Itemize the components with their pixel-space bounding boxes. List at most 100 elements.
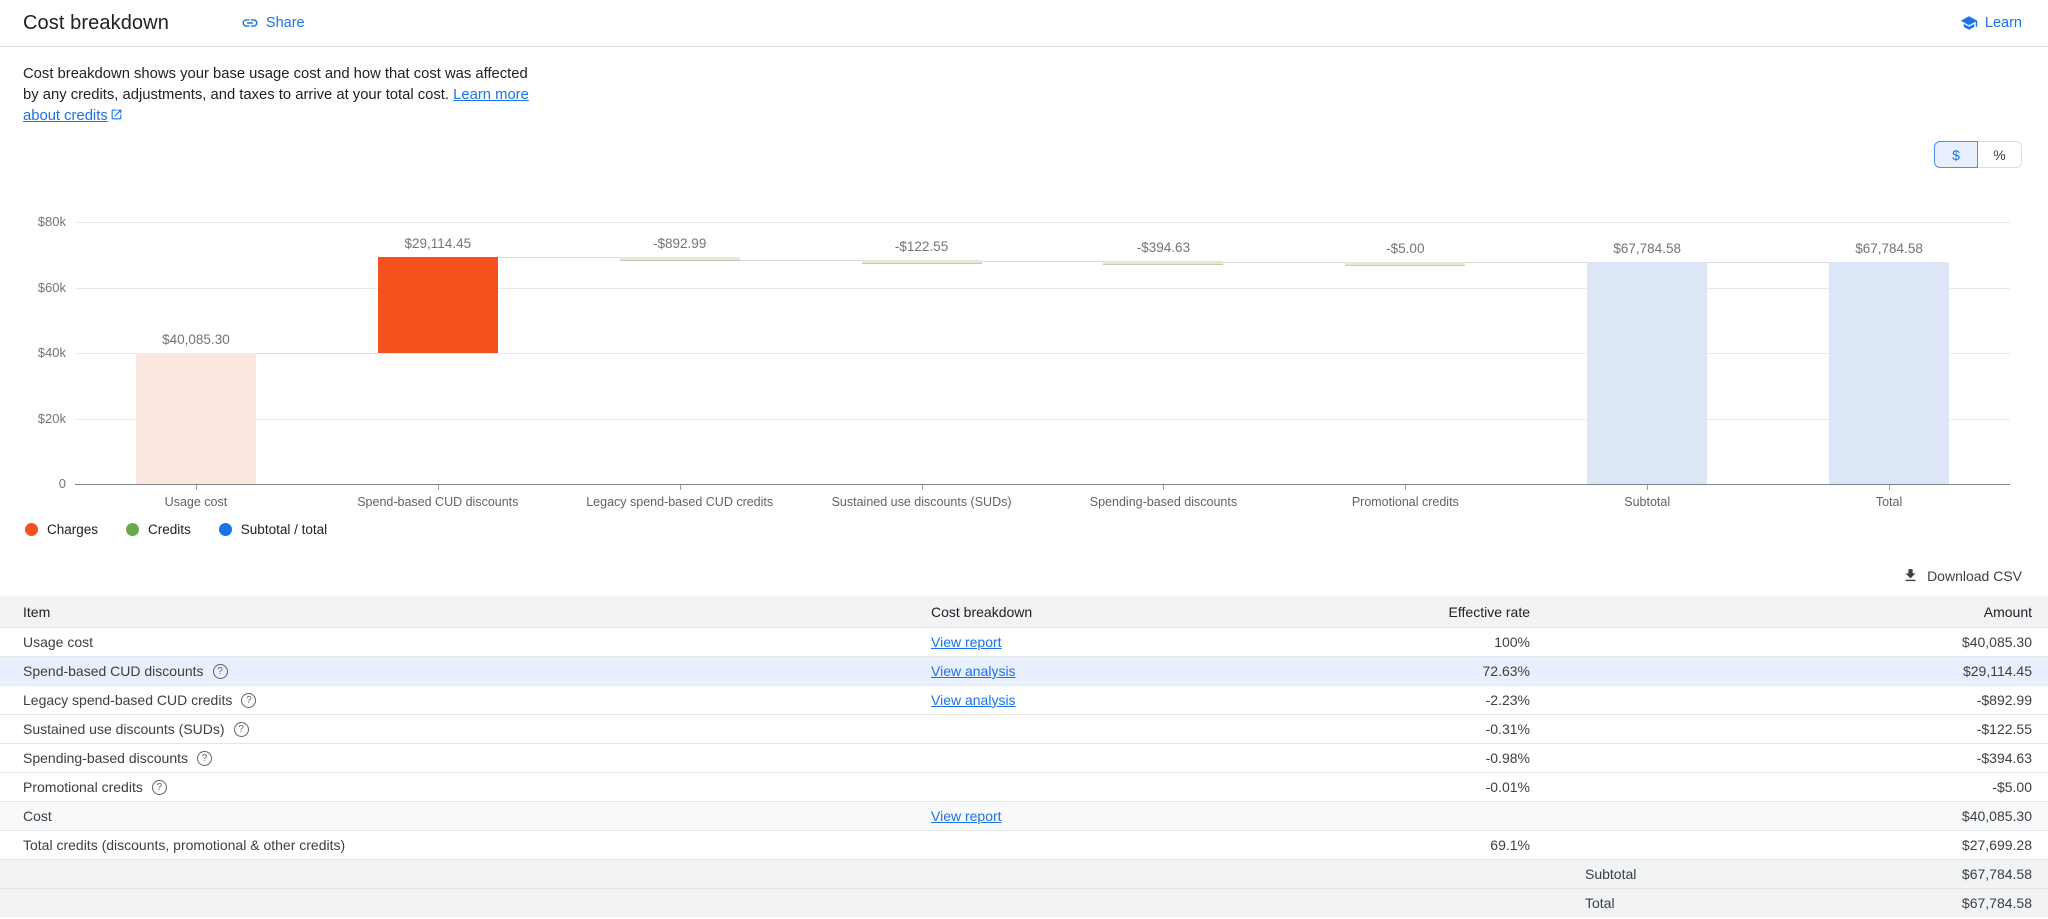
table-row-promotional-credits: Promotional credits?-0.01%-$5.00 [0, 772, 2048, 801]
bar-total[interactable] [1829, 262, 1949, 484]
bar-value-label: $29,114.45 [328, 236, 548, 251]
chart-legend: Charges Credits Subtotal / total [25, 522, 2048, 537]
legend-item-credits[interactable]: Credits [126, 522, 191, 537]
waterfall-connector [1707, 262, 1829, 263]
item-label: Spend-based CUD discounts [23, 663, 204, 679]
cost-breakdown-table: ItemCost breakdownEffective rateAmountUs… [0, 596, 2048, 917]
amount-cell: $40,085.30 [1780, 634, 2048, 650]
bar-value-label: $40,085.30 [86, 332, 306, 347]
gridline [75, 222, 2010, 223]
effective-rate-cell: 69.1% [1100, 837, 1530, 853]
help-icon[interactable]: ? [197, 751, 212, 766]
item-cell: Promotional credits? [0, 779, 931, 795]
bar-value-label: -$394.63 [1053, 240, 1273, 255]
view-report-link[interactable]: View report [931, 634, 1002, 650]
item-label: Usage cost [23, 634, 93, 650]
column-header-cost-breakdown: Cost breakdown [931, 604, 1100, 620]
y-axis-label: 0 [8, 476, 66, 491]
item-cell: Legacy spend-based CUD credits? [0, 692, 931, 708]
view-analysis-link[interactable]: View analysis [931, 692, 1016, 708]
item-label: Cost [23, 808, 52, 824]
y-axis-label: $60k [8, 280, 66, 295]
x-axis-tick [1163, 485, 1164, 490]
x-axis-line [75, 484, 2010, 485]
effective-rate-cell: -2.23% [1100, 692, 1530, 708]
bar-value-label: -$122.55 [812, 239, 1032, 254]
legend-dot-icon [25, 523, 38, 536]
bar-sustained-use-discounts-suds[interactable] [862, 260, 982, 264]
bar-legacy-spend-based-cud-credits[interactable] [620, 257, 740, 261]
item-label: Legacy spend-based CUD credits [23, 692, 232, 708]
gridline [75, 419, 2010, 420]
table-row-subtotal: Subtotal$67,784.58 [0, 859, 2048, 888]
learn-button[interactable]: Learn [1960, 14, 2022, 32]
cost-waterfall-chart: $80k$60k$40k$20k0$40,085.30Usage cost$29… [0, 174, 2048, 518]
view-report-link[interactable]: View report [931, 808, 1002, 824]
dollar-toggle-button[interactable]: $ [1934, 141, 1978, 168]
x-axis-category-label: Subtotal [1526, 495, 1768, 509]
table-row-total: Total$67,784.58 [0, 888, 2048, 917]
effective-rate-cell: -0.31% [1100, 721, 1530, 737]
help-icon[interactable]: ? [234, 722, 249, 737]
amount-cell: $29,114.45 [1780, 663, 2048, 679]
item-cell: Spend-based CUD discounts? [0, 663, 931, 679]
x-axis-tick [1647, 485, 1648, 490]
x-axis-category-label: Legacy spend-based CUD credits [559, 495, 801, 509]
x-axis-category-label: Total [1768, 495, 2010, 509]
help-icon[interactable]: ? [152, 780, 167, 795]
legend-item-subtotal-total[interactable]: Subtotal / total [219, 522, 327, 537]
amount-cell: $40,085.30 [1780, 808, 2048, 824]
waterfall-connector [256, 353, 378, 354]
item-cell: Usage cost [0, 634, 931, 650]
share-button[interactable]: Share [241, 14, 305, 32]
bar-promotional-credits[interactable] [1345, 262, 1465, 266]
amount-cell: $27,699.28 [1780, 837, 2048, 853]
item-label: Total credits (discounts, promotional & … [23, 837, 345, 853]
item-label: Spending-based discounts [23, 750, 188, 766]
legend-item-charges[interactable]: Charges [25, 522, 98, 537]
description-text: Cost breakdown shows your base usage cos… [23, 64, 547, 127]
table-row-usage-cost: Usage costView report100%$40,085.30 [0, 627, 2048, 656]
column-header-amount: Amount [1780, 604, 2048, 620]
help-icon[interactable]: ? [213, 664, 228, 679]
currency-toggle: $ % [0, 141, 2048, 168]
waterfall-connector [740, 260, 862, 261]
table-row-spending-based-discounts: Spending-based discounts? -0.98% -$394.63 [0, 743, 2048, 772]
table-row-spend-based-cud-discounts: Spend-based CUD discounts?View analysis7… [0, 656, 2048, 685]
item-cell: Total credits (discounts, promotional & … [0, 837, 931, 853]
effective-rate-cell: -0.98% [1100, 750, 1530, 766]
download-csv-button[interactable]: Download CSV [0, 567, 2048, 584]
view-analysis-link[interactable]: View analysis [931, 663, 1016, 679]
y-axis-label: $40k [8, 345, 66, 360]
gridline [75, 288, 2010, 289]
table-row-cost: Cost View report $40,085.30 [0, 801, 2048, 830]
table-row-sustained-use-discounts-suds: Sustained use discounts (SUDs)?-0.31%-$1… [0, 714, 2048, 743]
cost-breakdown-cell: View analysis [931, 692, 1100, 708]
item-label: Promotional credits [23, 779, 143, 795]
column-header-item: Item [0, 604, 931, 620]
legend-label: Credits [148, 522, 191, 537]
amount-cell: -$394.63 [1780, 750, 2048, 766]
bar-spending-based-discounts[interactable] [1103, 261, 1223, 265]
total-label-cell: Total [1530, 895, 1780, 911]
x-axis-category-label: Usage cost [75, 495, 317, 509]
item-cell: Spending-based discounts? [0, 750, 931, 766]
share-button-label: Share [266, 15, 305, 31]
link-icon [241, 14, 259, 32]
download-csv-label: Download CSV [1927, 568, 2022, 584]
percent-toggle-button[interactable]: % [1978, 141, 2022, 168]
cost-breakdown-cell: View analysis [931, 663, 1100, 679]
waterfall-connector [1223, 262, 1345, 263]
bar-usage-cost[interactable] [136, 353, 256, 484]
bar-value-label: -$892.99 [570, 236, 790, 251]
bar-value-label: $67,784.58 [1779, 241, 1999, 256]
bar-subtotal[interactable] [1587, 262, 1707, 484]
amount-cell: $67,784.58 [1780, 866, 2048, 882]
cost-breakdown-cell: View report [931, 808, 1100, 824]
help-icon[interactable]: ? [241, 693, 256, 708]
page-title: Cost breakdown [23, 12, 169, 35]
bar-spend-based-cud-discounts[interactable] [378, 257, 498, 352]
x-axis-tick [438, 485, 439, 490]
page-header: Cost breakdown Share Learn [0, 0, 2048, 47]
amount-cell: -$122.55 [1780, 721, 2048, 737]
